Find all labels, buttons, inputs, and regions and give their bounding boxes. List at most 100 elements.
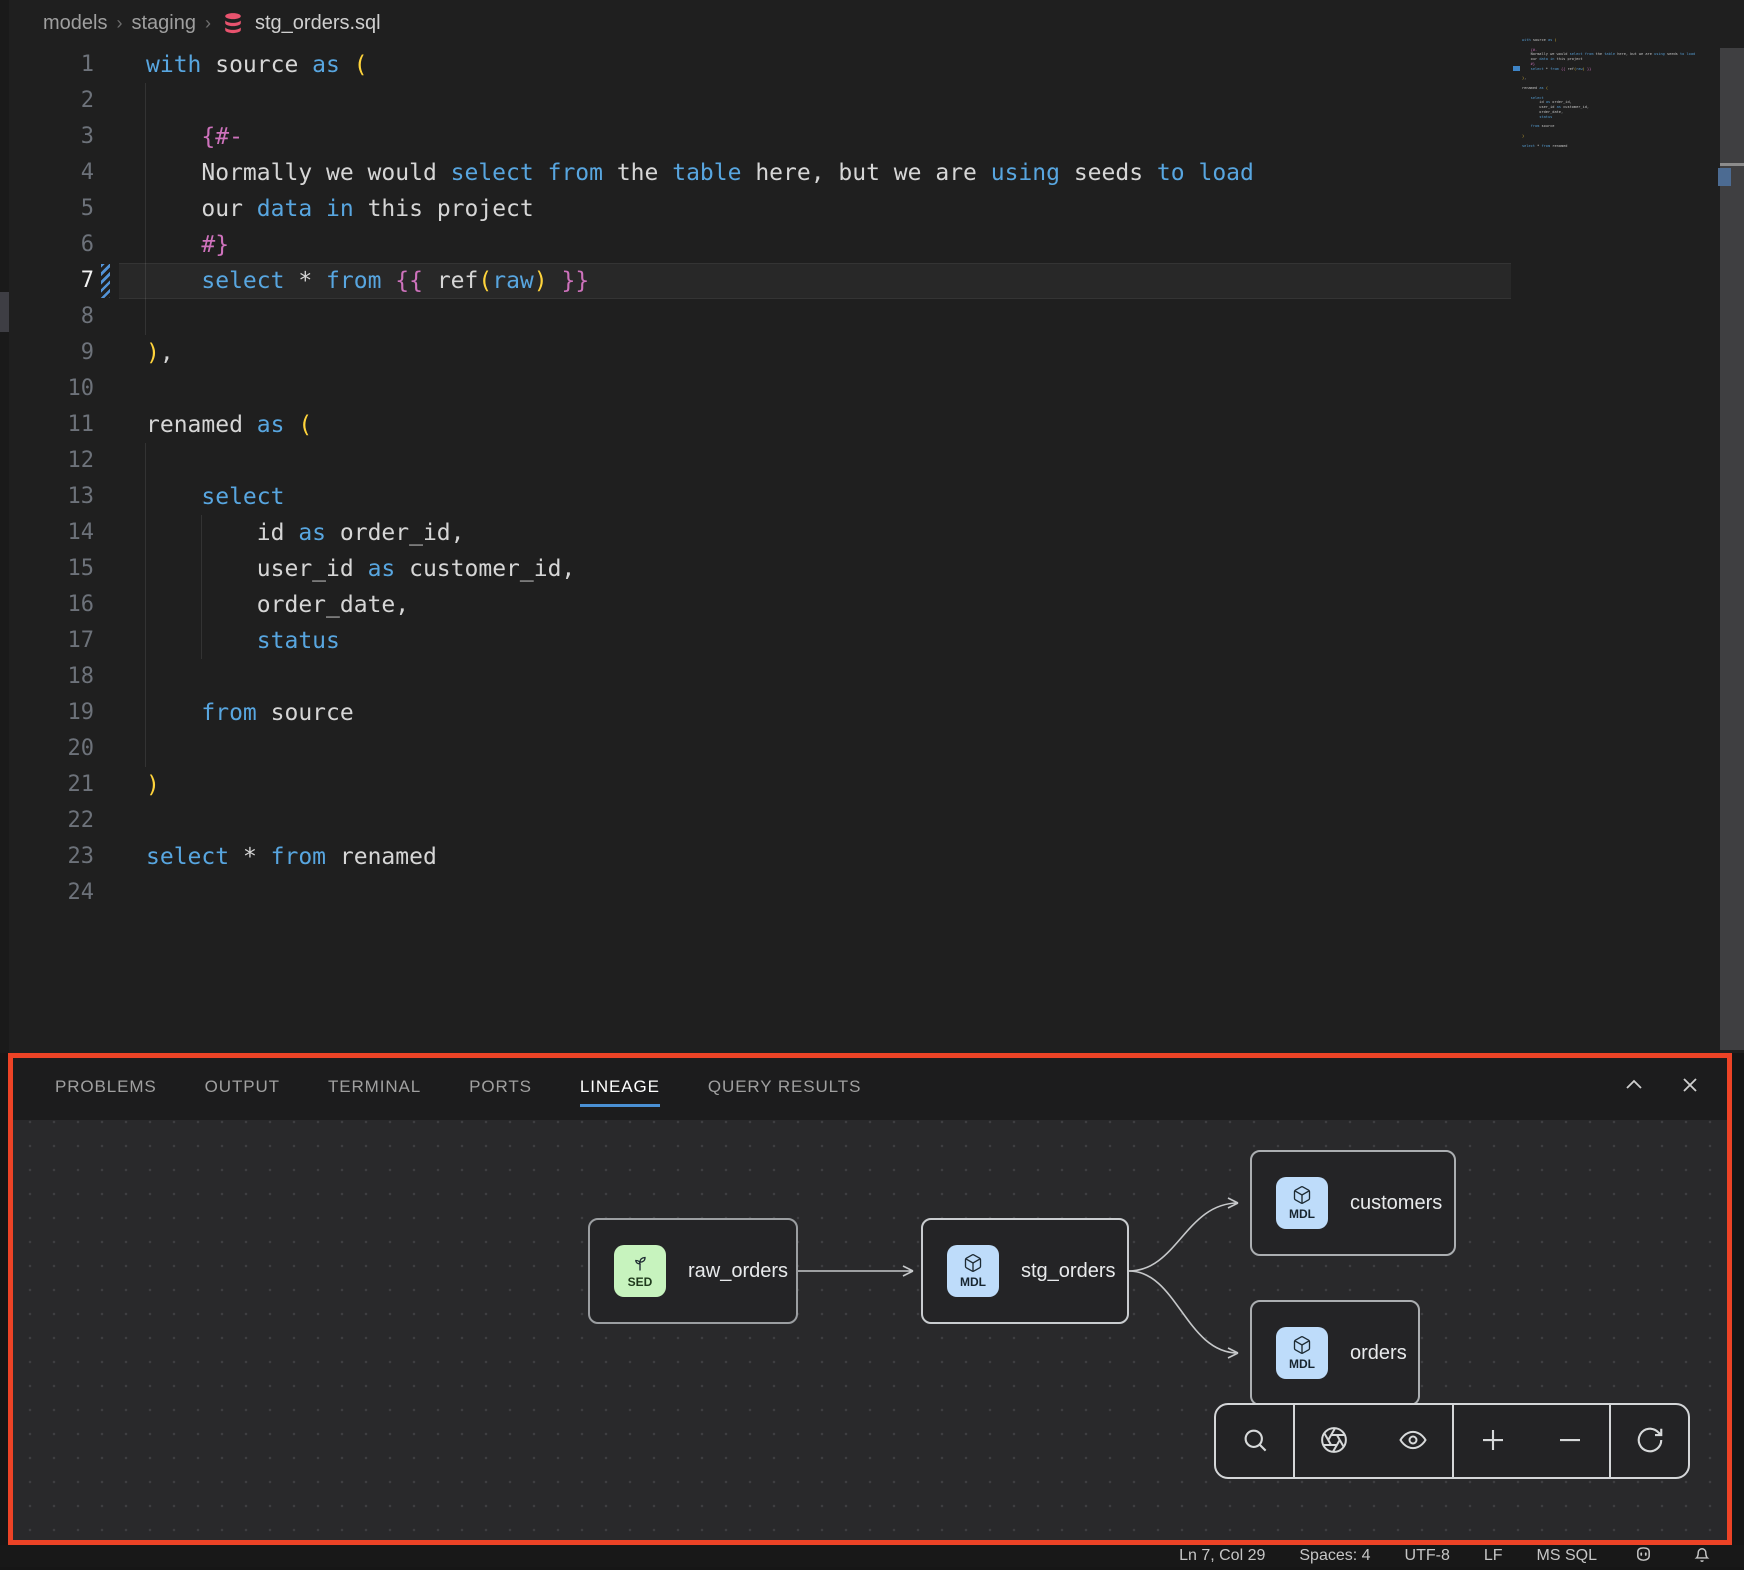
- code-text: select: [146, 479, 284, 515]
- scrollbar-slider-edge: [1720, 163, 1744, 166]
- collapse-panel-button[interactable]: [1620, 1071, 1648, 1102]
- code-line[interactable]: 7 select * from {{ ref(raw) }}: [9, 263, 1744, 299]
- indent-guide: [145, 443, 146, 479]
- code-text: order_date,: [146, 587, 409, 623]
- code-text: status: [146, 623, 340, 659]
- code-line[interactable]: 15 user_id as customer_id,: [9, 551, 1744, 587]
- tab-terminal[interactable]: TERMINAL: [328, 1053, 421, 1120]
- refresh-button[interactable]: [1633, 1423, 1667, 1460]
- code-line[interactable]: 6 #}: [9, 227, 1744, 263]
- code-text: select * from {{ ref(raw) }}: [146, 263, 589, 299]
- modified-line-overview-marker: [1718, 168, 1731, 186]
- tab-output[interactable]: OUTPUT: [205, 1053, 280, 1120]
- badge-label: SED: [628, 1276, 653, 1289]
- lineage-node-customers[interactable]: MDL customers: [1250, 1150, 1456, 1256]
- screenshot-button[interactable]: [1317, 1423, 1351, 1460]
- code-line[interactable]: 2: [9, 83, 1744, 119]
- code-line[interactable]: 17 status: [9, 623, 1744, 659]
- cube-icon: [1292, 1335, 1312, 1358]
- tab-lineage[interactable]: LINEAGE: [580, 1053, 660, 1120]
- minus-icon: [1555, 1425, 1585, 1458]
- badge-label: MDL: [1289, 1358, 1315, 1371]
- search-button[interactable]: [1238, 1423, 1272, 1460]
- code-line[interactable]: 23select * from renamed: [9, 839, 1744, 875]
- indent-guide: [145, 659, 146, 695]
- code-line[interactable]: 21): [9, 767, 1744, 803]
- line-number: 5: [9, 191, 94, 227]
- scrollbar[interactable]: [1720, 48, 1744, 1050]
- code-line[interactable]: 10: [9, 371, 1744, 407]
- code-line[interactable]: 13 select: [9, 479, 1744, 515]
- status-item[interactable]: Ln 7, Col 29: [1179, 1547, 1265, 1565]
- code-line[interactable]: 1with source as (: [9, 47, 1744, 83]
- status-item[interactable]: UTF-8: [1405, 1547, 1450, 1565]
- notifications-button[interactable]: [1690, 1543, 1714, 1570]
- zoom-out-button[interactable]: [1553, 1423, 1587, 1460]
- modified-line-gutter-marker: [101, 264, 110, 298]
- line-number: 11: [9, 407, 94, 443]
- node-label: customers: [1350, 1192, 1442, 1215]
- tab-query-results[interactable]: QUERY RESULTS: [708, 1053, 861, 1120]
- left-edge-marker: [0, 292, 9, 332]
- code-line[interactable]: 20: [9, 731, 1744, 767]
- code-line[interactable]: 11renamed as (: [9, 407, 1744, 443]
- code-line[interactable]: 22: [9, 803, 1744, 839]
- minimap[interactable]: with source as ( {#- Normally we would s…: [1522, 38, 1695, 153]
- code-line[interactable]: 16 order_date,: [9, 587, 1744, 623]
- code-text: {#-: [146, 119, 243, 155]
- badge-label: MDL: [1289, 1208, 1315, 1221]
- line-number: 12: [9, 443, 94, 479]
- line-number: 2: [9, 83, 94, 119]
- status-item[interactable]: Spaces: 4: [1299, 1547, 1370, 1565]
- line-number: 9: [9, 335, 94, 371]
- chevron-up-icon: [1622, 1073, 1646, 1100]
- lineage-toolbar: [1214, 1403, 1690, 1479]
- indent-guide: [145, 299, 146, 335]
- badge-label: MDL: [960, 1276, 986, 1289]
- close-panel-button[interactable]: [1676, 1071, 1704, 1102]
- cube-icon: [963, 1253, 983, 1276]
- code-line[interactable]: 8: [9, 299, 1744, 335]
- code-line[interactable]: 24: [9, 875, 1744, 911]
- left-edge-strip: [0, 0, 9, 1053]
- status-item[interactable]: MS SQL: [1537, 1547, 1597, 1565]
- code-text: with source as (: [146, 47, 368, 83]
- tab-problems[interactable]: PROBLEMS: [55, 1053, 157, 1120]
- close-icon: [1678, 1073, 1702, 1100]
- code-line[interactable]: 5 our data in this project: [9, 191, 1744, 227]
- search-icon: [1240, 1425, 1270, 1458]
- model-badge: MDL: [1276, 1327, 1328, 1379]
- tab-ports[interactable]: PORTS: [469, 1053, 532, 1120]
- code-line[interactable]: 12: [9, 443, 1744, 479]
- status-item[interactable]: LF: [1484, 1547, 1503, 1565]
- refresh-icon: [1635, 1425, 1665, 1458]
- toolbar-section: [1452, 1405, 1609, 1477]
- code-editor[interactable]: 1with source as (23 {#-4 Normally we wou…: [9, 0, 1744, 1053]
- code-line[interactable]: 19 from source: [9, 695, 1744, 731]
- model-badge: MDL: [947, 1245, 999, 1297]
- line-number: 10: [9, 371, 94, 407]
- toolbar-section: [1293, 1405, 1452, 1477]
- copilot-button[interactable]: [1631, 1542, 1656, 1570]
- indent-guide: [145, 731, 146, 767]
- line-number: 21: [9, 767, 94, 803]
- code-text: Normally we would select from the table …: [146, 155, 1254, 191]
- line-number: 4: [9, 155, 94, 191]
- minimap-current-line-marker: [1513, 66, 1520, 71]
- lineage-node-orders[interactable]: MDL orders: [1250, 1300, 1420, 1406]
- line-number: 8: [9, 299, 94, 335]
- lineage-node-raw-orders[interactable]: SED raw_orders: [588, 1218, 798, 1324]
- visibility-button[interactable]: [1396, 1423, 1430, 1460]
- lineage-node-stg-orders[interactable]: MDL stg_orders: [921, 1218, 1129, 1324]
- code-text: select * from renamed: [146, 839, 437, 875]
- code-line[interactable]: 3 {#-: [9, 119, 1744, 155]
- code-line[interactable]: 14 id as order_id,: [9, 515, 1744, 551]
- aperture-icon: [1319, 1425, 1349, 1458]
- status-items: Ln 7, Col 29 Spaces: 4 UTF-8 LF MS SQL: [1179, 1547, 1597, 1565]
- zoom-in-button[interactable]: [1476, 1423, 1510, 1460]
- code-line[interactable]: 9),: [9, 335, 1744, 371]
- code-line[interactable]: 18: [9, 659, 1744, 695]
- code-line[interactable]: 4 Normally we would select from the tabl…: [9, 155, 1744, 191]
- status-bar: Ln 7, Col 29 Spaces: 4 UTF-8 LF MS SQL: [0, 1545, 1744, 1567]
- cube-icon: [1292, 1185, 1312, 1208]
